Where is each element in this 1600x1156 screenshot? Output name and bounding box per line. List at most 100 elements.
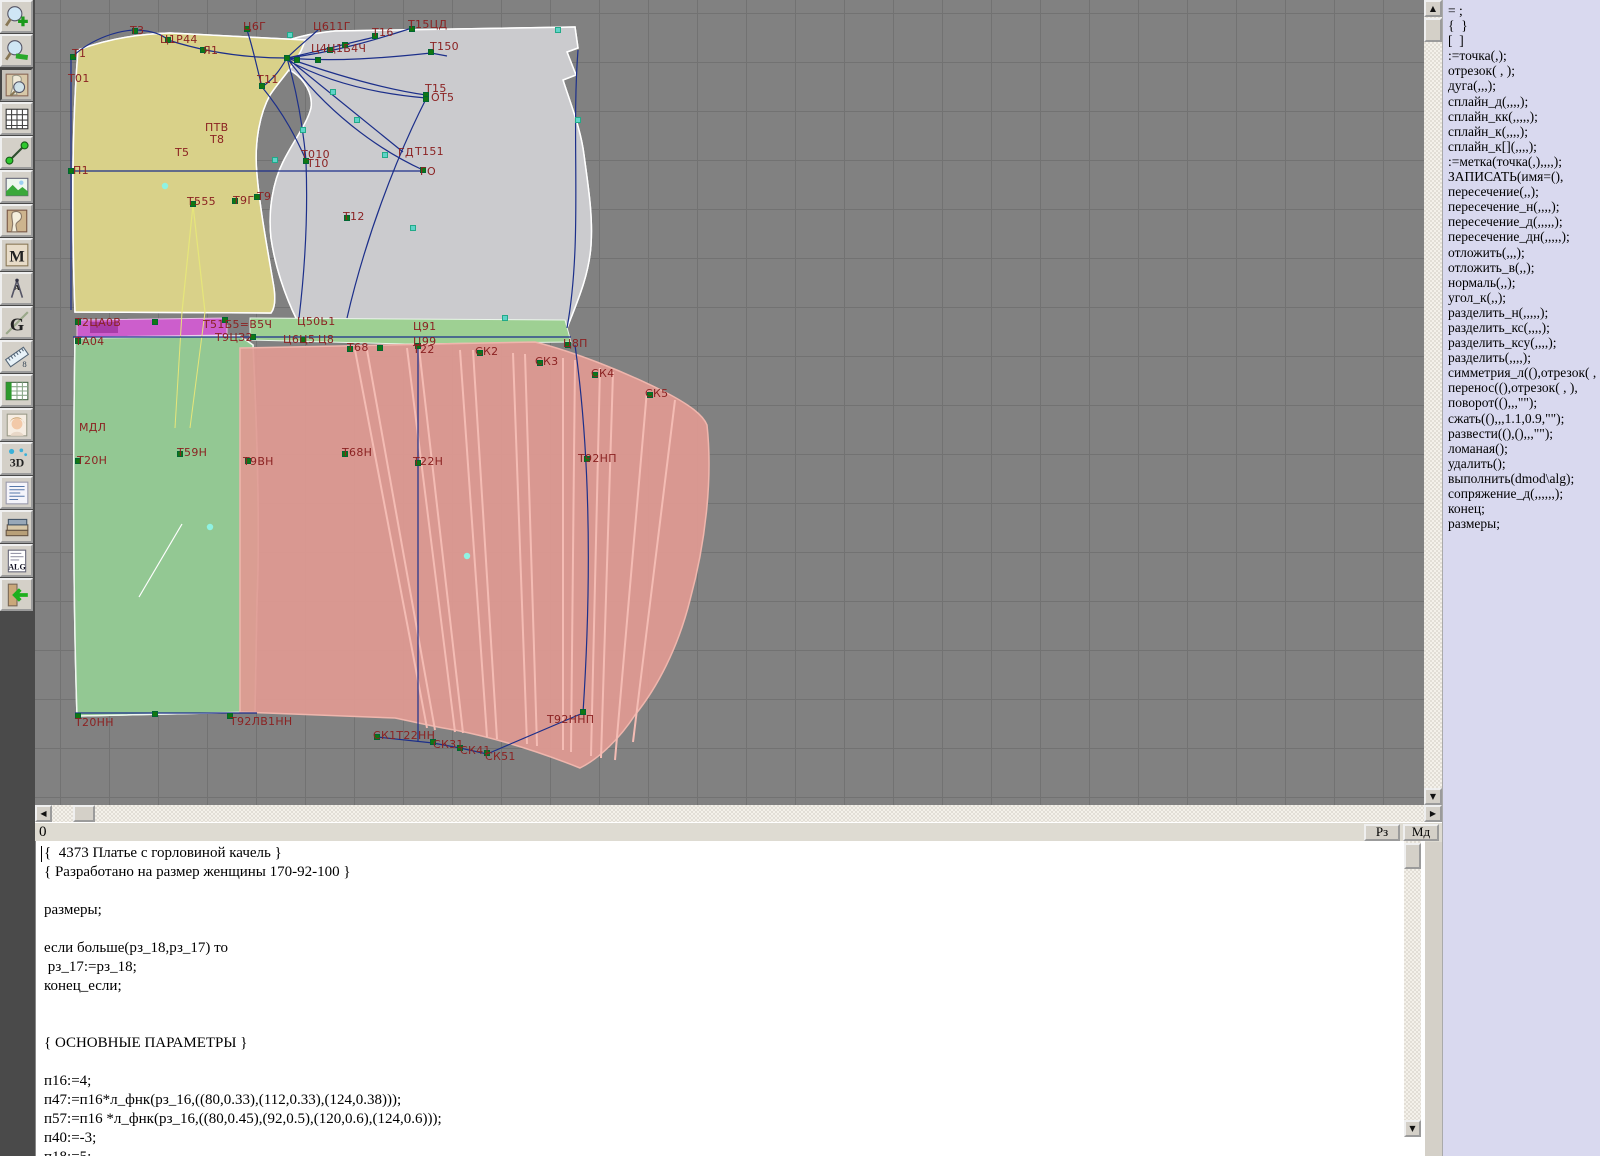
text-list-button[interactable] xyxy=(0,476,33,509)
command-item[interactable]: :=точка(,); xyxy=(1448,48,1600,63)
command-item[interactable]: отложить(,,,); xyxy=(1448,245,1600,260)
editor-line[interactable] xyxy=(44,1015,442,1034)
monogram-m-icon: M xyxy=(4,242,30,268)
point-label: Т59Н xyxy=(176,446,207,459)
view-pattern-icon xyxy=(4,72,30,98)
editor-line[interactable]: { 4373 Платье с горловиной качель } xyxy=(44,844,442,863)
exit-button[interactable] xyxy=(0,578,33,611)
hscroll-thumb[interactable] xyxy=(73,805,95,822)
command-item[interactable]: симметрия_л((),отрезок( , ), xyxy=(1448,365,1600,380)
editor-line[interactable]: если больше(рз_18,рз_17) то xyxy=(44,939,442,958)
model-photo-button[interactable] xyxy=(0,408,33,441)
scroll-left-button[interactable]: ◀ xyxy=(35,805,52,822)
scroll-down-button[interactable]: ▼ xyxy=(1424,788,1442,805)
point-label: Т9Г xyxy=(232,194,254,207)
zoom-in-icon xyxy=(4,4,30,30)
command-item[interactable]: отложить_в(,,); xyxy=(1448,260,1600,275)
command-item[interactable]: [ ] xyxy=(1448,33,1600,48)
command-item[interactable]: пересечение_н(,,,,); xyxy=(1448,199,1600,214)
command-item[interactable]: поворот((),,,""); xyxy=(1448,395,1600,410)
editor-line[interactable] xyxy=(44,920,442,939)
command-item[interactable]: разделить(,,,,); xyxy=(1448,350,1600,365)
drafting-canvas[interactable]: Т3Т1Т01Ц1Р44Я1Ц6ГЦ611ГТ16Т15ЦДТ150Т15ОТ5… xyxy=(35,0,1424,805)
command-item[interactable]: сплайн_д(,,,,); xyxy=(1448,94,1600,109)
command-item[interactable]: разделить_ксу(,,,,); xyxy=(1448,335,1600,350)
command-item[interactable]: перенос((),отрезок( , ), xyxy=(1448,380,1600,395)
point-label: Т22 xyxy=(412,343,435,356)
command-item[interactable]: сжать((),,,1.1,0.9,""); xyxy=(1448,411,1600,426)
scroll-up-button[interactable]: ▲ xyxy=(1424,0,1442,17)
canvas-horizontal-scrollbar[interactable]: ◀ ▶ xyxy=(35,805,1442,822)
editor-line[interactable]: { Разработано на размер женщины 170-92-1… xyxy=(44,863,442,882)
editor-line[interactable]: п40:=-3; xyxy=(44,1129,442,1148)
command-item[interactable]: :=метка(точка(,),,,,); xyxy=(1448,154,1600,169)
editor-vscroll-thumb[interactable] xyxy=(1404,843,1421,869)
command-item[interactable]: пересечение(,,); xyxy=(1448,184,1600,199)
editor-line[interactable] xyxy=(44,1053,442,1072)
editor-line[interactable]: п16:=4; xyxy=(44,1072,442,1091)
command-item[interactable]: { } xyxy=(1448,18,1600,33)
editor-line[interactable]: конец_если; xyxy=(44,977,442,996)
three-d-button[interactable]: 3D xyxy=(0,442,33,475)
point-label: СК5 xyxy=(645,387,668,400)
editor-text[interactable]: { 4373 Платье с горловиной качель }{ Раз… xyxy=(44,844,442,1156)
pattern-drawing[interactable]: Т3Т1Т01Ц1Р44Я1Ц6ГЦ611ГТ16Т15ЦДТ150Т15ОТ5… xyxy=(35,0,1424,805)
command-item[interactable]: размеры; xyxy=(1448,516,1600,531)
ruler-button[interactable]: 8 xyxy=(0,340,33,373)
scroll-right-button[interactable]: ▶ xyxy=(1424,805,1442,822)
drafting-tools-button[interactable]: A xyxy=(0,272,33,305)
grazia-g-button[interactable]: G xyxy=(0,306,33,339)
down-arrow-icon: ▼ xyxy=(1430,792,1436,801)
md-button[interactable]: Мд xyxy=(1403,824,1439,841)
zoom-out-button[interactable] xyxy=(0,34,33,67)
point-label: Т68 xyxy=(346,341,369,354)
editor-line[interactable]: п18:=5; xyxy=(44,1148,442,1156)
command-item[interactable]: угол_к(,,); xyxy=(1448,290,1600,305)
editor-line[interactable]: п47:=п16*л_фнк(рз_16,((80,0.33),(112,0.3… xyxy=(44,1091,442,1110)
command-item[interactable]: нормаль(,,); xyxy=(1448,275,1600,290)
command-item[interactable]: конец; xyxy=(1448,501,1600,516)
command-item[interactable]: пересечение_д(,,,,,); xyxy=(1448,214,1600,229)
editor-scroll-down-button[interactable]: ▼ xyxy=(1404,1120,1421,1137)
status-zero-label: 0 xyxy=(35,824,47,841)
vscroll-thumb[interactable] xyxy=(1424,18,1442,42)
down-arrow-icon: ▼ xyxy=(1409,1124,1415,1133)
editor-line[interactable]: { ОСНОВНЫЕ ПАРАМЕТРЫ } xyxy=(44,1034,442,1053)
command-item[interactable]: разделить_кс(,,,,); xyxy=(1448,320,1600,335)
monogram-m-button[interactable]: M xyxy=(0,238,33,271)
editor-vertical-scrollbar[interactable]: ▼ xyxy=(1404,841,1421,1137)
table-button[interactable] xyxy=(0,374,33,407)
command-item[interactable]: удалить(); xyxy=(1448,456,1600,471)
algorithm-editor[interactable]: { 4373 Платье с горловиной качель }{ Раз… xyxy=(35,841,1425,1156)
command-item[interactable]: пересечение_дн(,,,,,); xyxy=(1448,229,1600,244)
command-item[interactable]: отрезок( , ); xyxy=(1448,63,1600,78)
books-button[interactable] xyxy=(0,510,33,543)
editor-line[interactable]: п57:=п16 *л_фнк(рз_16,((80,0.45),(92,0.5… xyxy=(44,1110,442,1129)
image-button[interactable] xyxy=(0,170,33,203)
command-item[interactable]: выполнить(dmod\alg); xyxy=(1448,471,1600,486)
command-item[interactable]: = ; xyxy=(1448,3,1600,18)
command-item[interactable]: сплайн_к(,,,,); xyxy=(1448,124,1600,139)
grid-button[interactable] xyxy=(0,102,33,135)
pattern-piece-button[interactable] xyxy=(0,204,33,237)
alg-file-button[interactable]: ALG xyxy=(0,544,33,577)
editor-line[interactable] xyxy=(44,882,442,901)
command-item[interactable]: сплайн_кк(,,,,,); xyxy=(1448,109,1600,124)
canvas-vertical-scrollbar[interactable]: ▲ ▼ xyxy=(1424,0,1442,805)
command-item[interactable]: дуга(,,,); xyxy=(1448,78,1600,93)
command-item[interactable]: сопряжение_д(,,,,,,); xyxy=(1448,486,1600,501)
point-label: Т01 xyxy=(67,72,90,85)
command-item[interactable]: разделить_н(,,,,,); xyxy=(1448,305,1600,320)
editor-line[interactable]: рз_17:=рз_18; xyxy=(44,958,442,977)
command-item[interactable]: сплайн_к[](,,,,); xyxy=(1448,139,1600,154)
measure-line-button[interactable] xyxy=(0,136,33,169)
zoom-in-button[interactable] xyxy=(0,0,33,33)
command-item[interactable]: ломаная(); xyxy=(1448,441,1600,456)
point-label: Т68Н xyxy=(341,446,372,459)
command-item[interactable]: развести((),(),,,""); xyxy=(1448,426,1600,441)
rz-button[interactable]: Рз xyxy=(1364,824,1400,841)
view-pattern-button[interactable] xyxy=(0,68,33,101)
editor-line[interactable]: размеры; xyxy=(44,901,442,920)
command-item[interactable]: ЗАПИСАТЬ(имя=(), xyxy=(1448,169,1600,184)
editor-line[interactable] xyxy=(44,996,442,1015)
